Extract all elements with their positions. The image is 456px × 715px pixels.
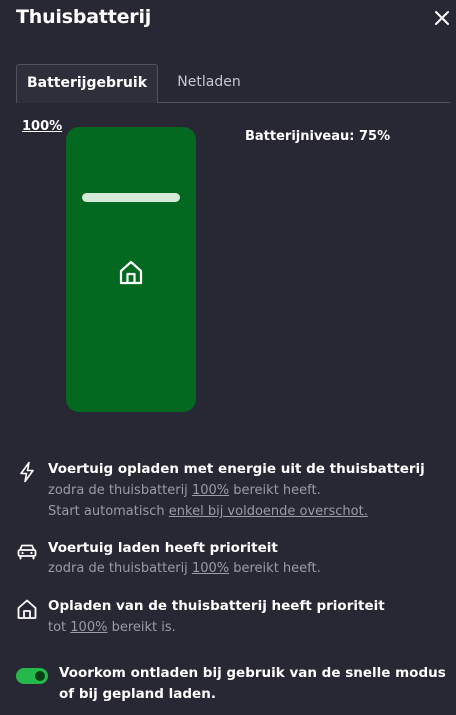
option-subtext-suffix: bereikt heeft.	[229, 561, 321, 576]
battery-level-value: 75%	[359, 129, 391, 144]
battery-level-caption: Batterijniveau:	[245, 129, 355, 144]
home-icon	[119, 260, 143, 285]
option-subtext-prefix: Start automatisch	[48, 504, 169, 519]
surplus-only-link[interactable]: enkel bij voldoende overschot.	[169, 504, 368, 519]
option-title: Voertuig opladen met energie uit de thui…	[48, 461, 425, 477]
option-subtext-prefix: zodra de thuisbatterij	[48, 483, 192, 498]
close-button[interactable]	[432, 8, 452, 28]
option-threshold-link[interactable]: 100%	[70, 620, 107, 635]
panel-title: Thuisbatterij	[16, 6, 152, 28]
close-icon	[435, 11, 449, 25]
prevent-discharge-toggle[interactable]	[16, 668, 48, 684]
battery-level-handle[interactable]	[82, 193, 180, 202]
prevent-discharge-label: Voorkom ontladen bij gebruik van de snel…	[59, 665, 446, 702]
option-subtext-prefix: tot	[48, 620, 71, 635]
battery-limit-link[interactable]: 100%	[22, 119, 62, 134]
option-subtext: zodra de thuisbatterij 100% bereikt heef…	[48, 483, 321, 498]
car-icon	[17, 544, 37, 560]
option-threshold-link[interactable]: 100%	[192, 483, 229, 498]
home-battery-panel: Thuisbatterij Batterijgebruik Netladen 1…	[0, 0, 456, 715]
tab-bar: Batterijgebruik Netladen	[16, 64, 450, 103]
toggle-knob	[35, 671, 45, 681]
battery-gauge	[66, 127, 196, 412]
option-subtext: tot 100% bereikt is.	[48, 620, 176, 635]
option-subtext-suffix: bereikt heeft.	[229, 483, 321, 498]
lightning-icon	[20, 461, 34, 483]
tab-grid-charging[interactable]: Netladen	[168, 64, 250, 103]
option-title: Voertuig laden heeft prioriteit	[48, 540, 278, 556]
option-subtext-suffix: bereikt is.	[107, 620, 176, 635]
battery-level-label: Batterijniveau: 75%	[245, 129, 390, 144]
option-subtext: Start automatisch enkel bij voldoende ov…	[48, 504, 368, 519]
option-title: Opladen van de thuisbatterij heeft prior…	[48, 598, 385, 614]
tab-battery-usage[interactable]: Batterijgebruik	[16, 64, 158, 103]
option-subtext-prefix: zodra de thuisbatterij	[48, 561, 192, 576]
option-subtext: zodra de thuisbatterij 100% bereikt heef…	[48, 561, 321, 576]
home-icon	[17, 599, 37, 619]
option-threshold-link[interactable]: 100%	[192, 561, 229, 576]
